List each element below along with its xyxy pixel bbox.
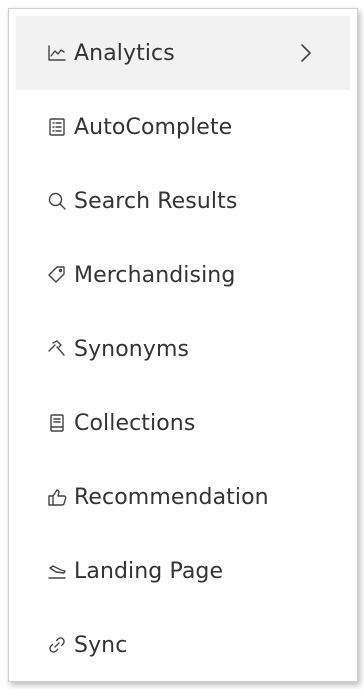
sidebar-item-label: Merchandising (74, 262, 236, 288)
sidebar-item-analytics[interactable]: Analytics (16, 16, 350, 90)
document-icon (46, 412, 68, 434)
sidebar-item-merchandising[interactable]: Merchandising (16, 238, 350, 312)
sidebar-item-sync[interactable]: Sync (16, 608, 350, 682)
sidebar-item-label: Search Results (74, 188, 238, 214)
thumbs-up-icon (46, 486, 68, 508)
line-chart-icon (46, 42, 68, 64)
sidebar-menu: Analytics AutoComplete Search Results Me… (16, 16, 350, 682)
sidebar-item-recommendation[interactable]: Recommendation (16, 460, 350, 534)
sidebar-item-label: Sync (74, 632, 128, 658)
sidebar-item-label: Synonyms (74, 336, 190, 362)
sidebar-item-label: Collections (74, 410, 196, 436)
sidebar-item-collections[interactable]: Collections (16, 386, 350, 460)
sidebar-item-synonyms[interactable]: Synonyms (16, 312, 350, 386)
sidebar-item-autocomplete[interactable]: AutoComplete (16, 90, 350, 164)
sidebar-item-landing-page[interactable]: Landing Page (16, 534, 350, 608)
list-document-icon (46, 116, 68, 138)
chevron-right-icon[interactable] (296, 41, 316, 65)
sidebar-item-label: Analytics (74, 40, 175, 66)
sidebar-item-label: Landing Page (74, 558, 224, 584)
hammer-icon (46, 338, 68, 360)
link-icon (46, 634, 68, 656)
sidebar-item-label: Recommendation (74, 484, 269, 510)
sidebar-item-label: AutoComplete (74, 114, 233, 140)
sidebar-item-search-results[interactable]: Search Results (16, 164, 350, 238)
tag-icon (46, 264, 68, 286)
landing-icon (46, 560, 68, 582)
search-icon (46, 190, 68, 212)
